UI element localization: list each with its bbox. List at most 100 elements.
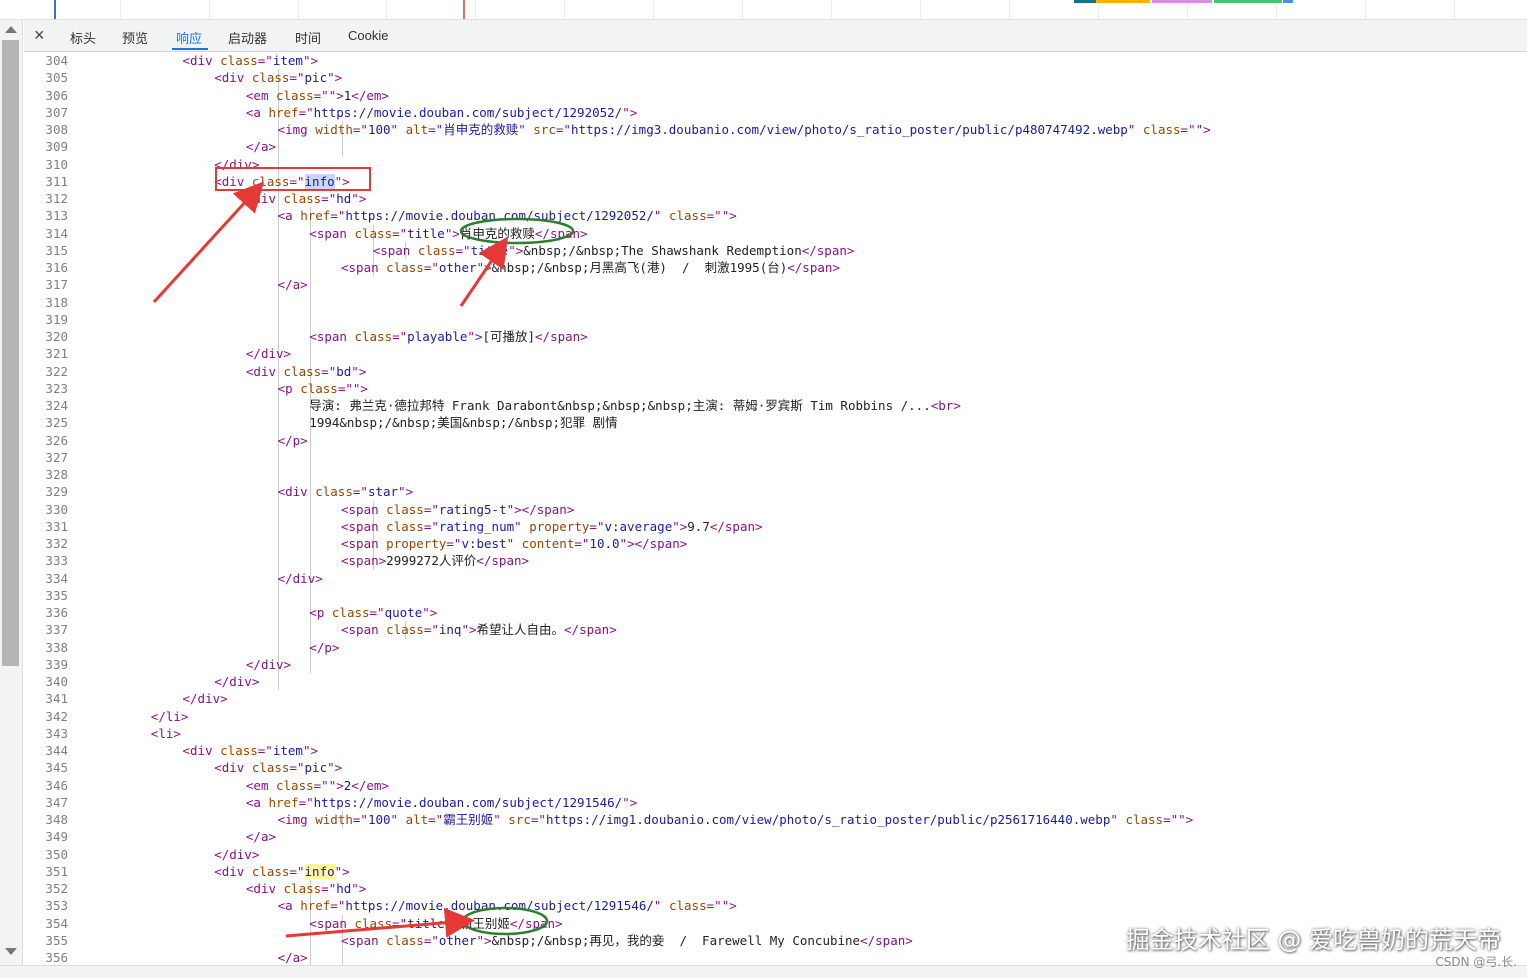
line-number: 315 <box>45 242 68 258</box>
code-line: 322 <div class="bd"> <box>24 363 1527 380</box>
timeline-gridline <box>120 0 121 19</box>
code-text: <span>2999272人评价</span> <box>341 553 530 569</box>
line-number: 348 <box>45 812 68 827</box>
line-number: 336 <box>45 605 68 620</box>
line-number: 340 <box>45 674 68 689</box>
code-line: 346 <em class="">2</em> <box>24 777 1527 794</box>
code-text: <span class="playable">[可播放]</span> <box>309 329 588 344</box>
tab-initiator[interactable]: 启动器 <box>228 28 267 47</box>
code-text: </a> <box>245 829 276 845</box>
code-text: <a href="https://movie.douban.com/subjec… <box>245 794 638 810</box>
timeline-load-marker <box>463 0 465 19</box>
code-line: 311 <div class="info"> <box>24 173 1527 190</box>
code-line: 329 <div class="star"> <box>24 483 1527 500</box>
code-line: 321 </div> <box>24 345 1527 362</box>
line-number: 332 <box>45 536 68 551</box>
code-text: <a href="https://movie.douban.com/subjec… <box>245 104 638 120</box>
line-number: 304 <box>45 53 68 68</box>
line-number: 322 <box>45 363 68 379</box>
code-line: 337 <span class="inq">希望让人自由。</span> <box>24 621 1527 638</box>
line-number: 320 <box>45 329 68 344</box>
code-line: 312 <div class="hd"> <box>24 190 1527 207</box>
vertical-scrollbar[interactable] <box>0 20 23 965</box>
line-number: 351 <box>45 863 68 879</box>
line-number: 356 <box>45 950 68 965</box>
tab-preview[interactable]: 预览 <box>122 28 148 47</box>
timeline-gridline <box>564 0 565 19</box>
code-line: 315 <span class="title">&nbsp;/&nbsp;The … <box>24 242 1527 259</box>
code-text: </div> <box>214 846 260 862</box>
tab-headers[interactable]: 标头 <box>70 28 96 47</box>
line-number: 324 <box>45 398 68 413</box>
timeline-gridline <box>1365 0 1366 19</box>
code-line: 327 <box>24 449 1527 466</box>
code-line: 324 导演: 弗兰克·德拉邦特 Frank Darabont&nbsp;&nbs… <box>24 397 1527 414</box>
line-number: 313 <box>45 208 68 224</box>
code-line: 332 <span property="v:best" content="10.0… <box>24 535 1527 552</box>
line-number: 338 <box>45 639 68 655</box>
code-text: <span property="v:best" content="10.0"><… <box>341 536 688 551</box>
code-line: 320 <span class="playable">[可播放]</span> <box>24 328 1527 345</box>
line-number: 321 <box>45 346 68 362</box>
watermark-text: 掘金技术社区 @ 爱吃兽奶的荒天帝 <box>1125 926 1501 954</box>
tab-timing[interactable]: 时间 <box>295 28 321 47</box>
line-number: 328 <box>45 467 68 482</box>
scrollbar-thumb[interactable] <box>2 40 19 666</box>
line-number: 314 <box>45 225 68 241</box>
scroll-up-arrow-icon[interactable] <box>5 26 17 33</box>
code-line: 351 <div class="info"> <box>24 863 1527 880</box>
line-number: 335 <box>45 587 68 603</box>
timeline-bar <box>1152 0 1212 3</box>
code-text: <div class="hd"> <box>245 881 367 896</box>
code-text: <span class="rating_num" property="v:ave… <box>341 518 763 534</box>
code-text: <li> <box>150 725 181 741</box>
code-line: 347 <a href="https://movie.douban.com/sub… <box>24 794 1527 811</box>
network-timeline[interactable] <box>0 0 1527 20</box>
response-source-viewer[interactable]: 304 <div class="item"> 305 <div class="pic"… <box>24 52 1527 967</box>
line-number: 342 <box>45 708 68 724</box>
line-number: 326 <box>45 432 68 448</box>
line-number: 305 <box>45 70 68 86</box>
code-text: <div class="item"> <box>182 53 319 68</box>
line-number: 317 <box>45 277 68 293</box>
code-text: </div> <box>214 156 260 172</box>
close-icon[interactable]: × <box>34 26 45 44</box>
scroll-down-arrow-icon[interactable] <box>5 948 17 955</box>
line-number: 311 <box>45 173 68 189</box>
code-text: </div> <box>182 691 228 707</box>
timeline-bar <box>1074 0 1096 3</box>
code-line: 305 <div class="pic"> <box>24 69 1527 86</box>
code-text: <div class="pic"> <box>214 760 343 776</box>
timeline-gridline <box>920 0 921 19</box>
timeline-gridline <box>475 0 476 19</box>
code-text: </p> <box>277 432 308 448</box>
tab-response[interactable]: 响应 <box>176 28 202 47</box>
timeline-bar <box>1214 0 1282 3</box>
code-text: </div> <box>245 346 292 362</box>
status-bar <box>0 965 1527 978</box>
code-text: <div class="pic"> <box>214 70 343 86</box>
line-number: 339 <box>45 656 68 672</box>
code-text: <div class="info"> <box>214 863 350 879</box>
code-line: 341 </div> <box>24 690 1527 707</box>
line-number: 345 <box>45 760 68 776</box>
code-text: <span class="other">&nbsp;/&nbsp;月黑高飞(港)… <box>341 260 840 275</box>
line-number: 325 <box>45 415 68 431</box>
watermark-small-text: CSDN @弓.长. <box>1435 955 1517 969</box>
line-number: 334 <box>45 570 68 586</box>
line-number: 308 <box>45 122 68 137</box>
timeline-gridline <box>653 0 654 19</box>
line-number: 354 <box>45 915 68 931</box>
code-text: <span class="other">&nbsp;/&nbsp;再见，我的妾 … <box>341 932 913 948</box>
devtools-tab-bar: × 标头 预览 响应 启动器 时间 Cookie <box>24 20 1527 52</box>
code-text: </a> <box>245 139 276 155</box>
code-text: <img width="100" alt="肖申克的救赎" src="https… <box>277 122 1211 137</box>
tab-cookies[interactable]: Cookie <box>348 28 388 43</box>
line-number: 307 <box>45 104 68 120</box>
code-text: </a> <box>277 950 308 965</box>
code-text: <div class="hd"> <box>245 191 367 206</box>
code-line: 344 <div class="item"> <box>24 742 1527 759</box>
code-text: 1994&nbsp;/&nbsp;美国&nbsp;/&nbsp;犯罪 剧情 <box>309 415 618 431</box>
code-line: 336 <p class="quote"> <box>24 604 1527 621</box>
line-number: 347 <box>45 794 68 810</box>
